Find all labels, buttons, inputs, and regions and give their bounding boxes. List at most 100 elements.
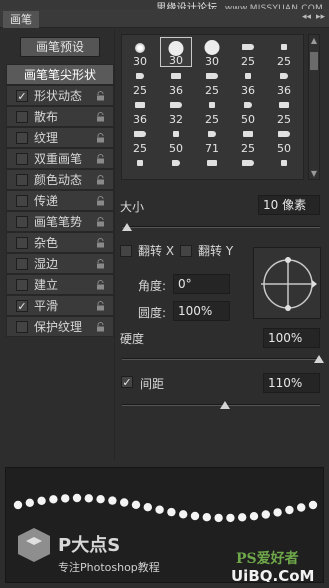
size-slider-track[interactable] <box>122 226 320 228</box>
brush-tip-cell[interactable]: 32 <box>160 95 192 126</box>
option-label: 建立 <box>34 278 59 292</box>
brush-tip-cell[interactable]: 25 <box>268 95 300 126</box>
brush-tip-cell[interactable]: 25 <box>196 66 228 97</box>
lock-icon[interactable] <box>96 238 105 248</box>
brush-tip-cell[interactable] <box>124 153 156 183</box>
size-field[interactable]: 10 像素 <box>258 195 320 215</box>
lock-icon[interactable] <box>96 133 105 143</box>
brush-tip-cell[interactable]: 30 <box>124 37 156 68</box>
flip-x-label: 翻转 X <box>138 244 175 258</box>
lock-icon[interactable] <box>96 217 105 227</box>
roundness-field[interactable]: 100% <box>173 301 230 321</box>
lock-icon[interactable] <box>96 322 105 332</box>
option-item[interactable]: 散布 <box>6 106 114 127</box>
option-item[interactable]: 杂色 <box>6 232 114 253</box>
option-label: 颜色动态 <box>34 173 83 187</box>
scroll-down-icon[interactable]: ▼ <box>309 169 319 178</box>
brush-tip-icon <box>244 102 252 108</box>
brush-tip-cell[interactable]: 50 <box>160 124 192 155</box>
lock-icon[interactable] <box>96 154 105 164</box>
top-strip: 思缘设计论坛 www.MISSYUAN.COM <box>0 0 329 14</box>
option-checkbox[interactable] <box>16 237 28 249</box>
lock-icon[interactable] <box>96 280 105 290</box>
lock-icon[interactable] <box>96 91 105 101</box>
brush-tip-cell[interactable]: 25 <box>268 37 300 68</box>
brush-tip-cell[interactable]: 36 <box>268 66 300 97</box>
brush-tip-cell[interactable]: 25 <box>124 66 156 97</box>
option-checkbox[interactable]: ✓ <box>16 90 28 102</box>
flip-x-control[interactable]: 翻转 X <box>120 242 174 259</box>
brush-tip-cell[interactable] <box>196 153 228 183</box>
option-item[interactable]: 建立 <box>6 274 114 295</box>
scroll-up-icon[interactable]: ▲ <box>309 36 319 45</box>
size-slider-knob[interactable] <box>122 223 132 231</box>
option-item[interactable]: ✓ 形状动态 <box>6 85 114 106</box>
option-item[interactable]: 保护纹理 <box>6 316 114 337</box>
brush-tip-cell[interactable] <box>268 153 300 183</box>
flip-y-checkbox[interactable] <box>180 245 192 257</box>
option-checkbox[interactable]: ✓ <box>16 300 28 312</box>
spacing-slider-knob[interactable] <box>220 401 230 409</box>
option-item[interactable]: 湿边 <box>6 253 114 274</box>
brush-tip-cell[interactable] <box>232 153 264 183</box>
brush-tip-cell[interactable]: 36 <box>232 66 264 97</box>
brush-tip-cell[interactable]: 25 <box>124 124 156 155</box>
brush-tip-cell[interactable]: 50 <box>268 124 300 155</box>
brush-tip-cell[interactable]: 25 <box>232 37 264 68</box>
collapse-icon[interactable]: ◂◂ <box>302 12 311 22</box>
scroll-thumb[interactable] <box>310 52 318 70</box>
option-label: 杂色 <box>34 236 59 250</box>
brush-tip-shape-item[interactable]: 画笔笔尖形状 <box>6 64 114 85</box>
option-item[interactable]: 颜色动态 <box>6 169 114 190</box>
option-label: 画笔笔势 <box>34 215 83 229</box>
lock-icon[interactable] <box>96 301 105 311</box>
option-checkbox[interactable] <box>16 153 28 165</box>
brush-tip-cell[interactable]: 25 <box>232 124 264 155</box>
brush-tip-cell[interactable]: 50 <box>232 95 264 126</box>
brush-tip-cell[interactable]: 30 <box>196 37 228 68</box>
option-checkbox[interactable] <box>16 195 28 207</box>
brush-tip-cell[interactable]: 25 <box>196 95 228 126</box>
option-item[interactable]: 传递 <box>6 190 114 211</box>
option-checkbox[interactable] <box>16 216 28 228</box>
lock-icon[interactable] <box>96 175 105 185</box>
brush-options-list: 画笔笔尖形状 ✓ 形状动态 散布 纹理 双重画笔颜色动态传递画笔笔势杂色湿边建立 ✓ 平滑保… <box>6 64 114 337</box>
hardness-slider-knob[interactable] <box>314 355 324 363</box>
stroke-preview-graphic: P大点S 专注Photoshop教程 PS爱好者 UiBQ.CoM <box>13 493 318 582</box>
brush-tip-cell[interactable]: 36 <box>124 95 156 126</box>
stroke-dot <box>226 513 235 523</box>
flip-x-checkbox[interactable] <box>120 245 132 257</box>
lock-icon[interactable] <box>96 196 105 206</box>
option-checkbox[interactable] <box>16 279 28 291</box>
option-checkbox[interactable] <box>16 174 28 186</box>
option-item[interactable]: 双重画笔 <box>6 148 114 169</box>
stroke-dot <box>155 505 164 514</box>
spacing-checkbox[interactable]: ✓ <box>121 376 133 388</box>
brush-tip-cell[interactable]: 36 <box>160 66 192 97</box>
tab-brush[interactable]: 画笔 <box>3 11 39 28</box>
brush-presets-button[interactable]: 画笔预设 <box>20 37 100 57</box>
option-checkbox[interactable] <box>16 132 28 144</box>
tip-grid-scrollbar[interactable]: ▲ ▼ <box>308 34 320 180</box>
hardness-slider-track[interactable] <box>122 358 320 360</box>
flip-y-control[interactable]: 翻转 Y <box>180 242 233 259</box>
brush-tip-icon <box>206 73 218 79</box>
option-item[interactable]: 纹理 <box>6 127 114 148</box>
brush-tip-cell[interactable]: 71 <box>196 124 228 155</box>
option-item[interactable]: ✓ 平滑 <box>6 295 114 316</box>
panel-menu-icon[interactable]: ▸▸ <box>316 12 325 22</box>
brush-tip-cell[interactable] <box>160 153 192 183</box>
angle-field[interactable]: 0° <box>173 274 230 294</box>
stroke-dot <box>179 510 188 519</box>
angle-roundness-widget[interactable] <box>253 247 321 319</box>
lock-icon[interactable] <box>96 259 105 269</box>
lock-icon[interactable] <box>96 112 105 122</box>
option-item[interactable]: 画笔笔势 <box>6 211 114 232</box>
option-checkbox[interactable] <box>16 111 28 123</box>
hardness-field[interactable]: 100% <box>263 328 320 348</box>
brush-tip-cell[interactable]: 30 <box>160 37 192 67</box>
roundness-label: 圆度: <box>138 306 167 320</box>
spacing-field[interactable]: 110% <box>263 373 320 393</box>
option-checkbox[interactable] <box>16 321 28 333</box>
option-checkbox[interactable] <box>16 258 28 270</box>
